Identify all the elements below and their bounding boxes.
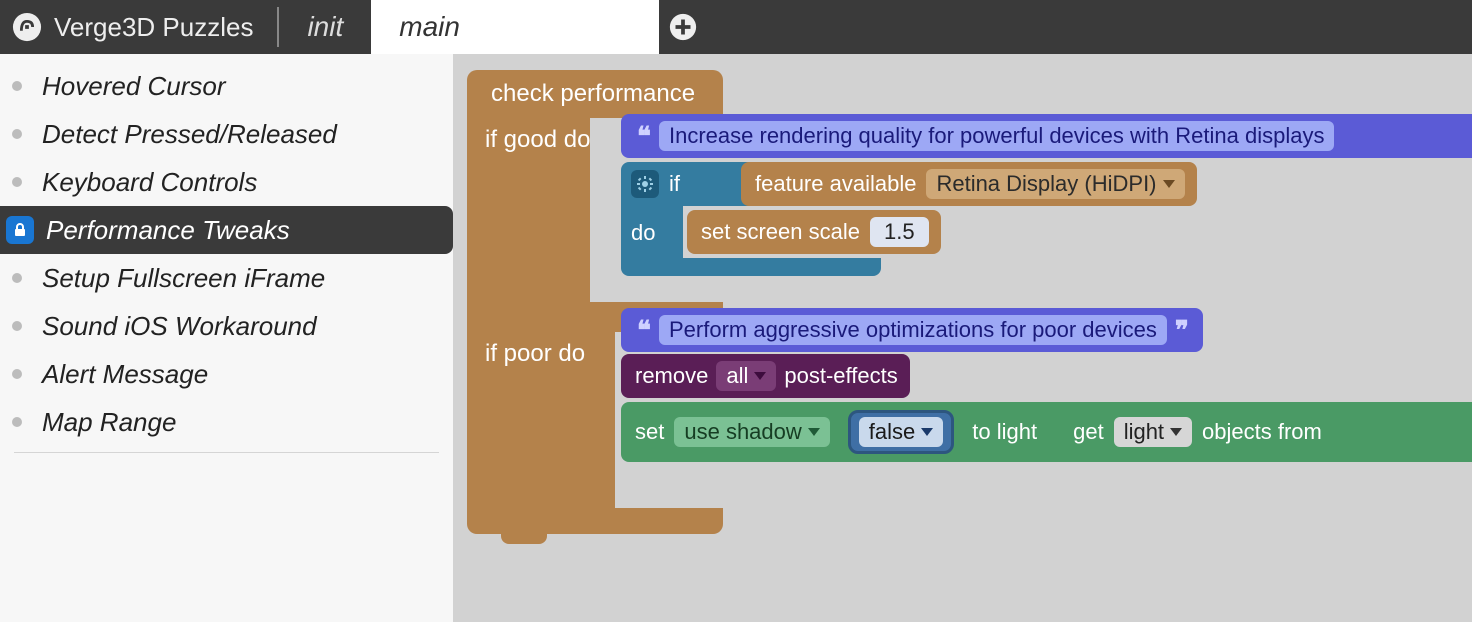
block-comment-good[interactable]: ❝ Increase rendering quality for powerfu… <box>621 114 1472 158</box>
puzzle-canvas[interactable]: check performance if good do if poor do … <box>453 54 1472 622</box>
block-label: objects from <box>1202 419 1322 445</box>
chevron-down-icon <box>1163 180 1175 188</box>
app-header: Verge3D Puzzles init main <box>0 0 1472 54</box>
gear-icon[interactable] <box>631 170 659 198</box>
bullet-icon <box>12 417 22 427</box>
block-set-screen-scale[interactable]: set screen scale 1.5 <box>687 210 941 254</box>
block-bottom-bar <box>467 508 723 534</box>
bullet-icon <box>12 273 22 283</box>
bullet-icon <box>12 321 22 331</box>
sidebar-item-hovered-cursor[interactable]: Hovered Cursor <box>0 62 453 110</box>
tab-init[interactable]: init <box>279 0 371 54</box>
sidebar-item-label: Performance Tweaks <box>46 215 290 246</box>
sidebar-item-detect-pressed[interactable]: Detect Pressed/Released <box>0 110 453 158</box>
chevron-down-icon <box>754 372 766 380</box>
sidebar-item-performance-tweaks[interactable]: Performance Tweaks <box>0 206 453 254</box>
block-label: set <box>635 419 664 445</box>
block-label: if good do <box>485 126 590 153</box>
if-label: if <box>669 171 680 197</box>
sidebar-item-alert-message[interactable]: Alert Message <box>0 350 453 398</box>
dropdown-value: Retina Display (HiDPI) <box>936 171 1156 197</box>
block-feature-available[interactable]: feature available Retina Display (HiDPI) <box>741 162 1197 206</box>
app-title: Verge3D Puzzles <box>54 12 277 43</box>
comment-text: Increase rendering quality for powerful … <box>659 121 1334 151</box>
lock-icon <box>6 216 34 244</box>
sidebar-item-label: Sound iOS Workaround <box>42 311 317 342</box>
dropdown-value: all <box>726 363 748 389</box>
block-label: if poor do <box>485 340 585 367</box>
bullet-icon <box>12 369 22 379</box>
block-remove-post-effects[interactable]: remove all post-effects <box>621 354 910 398</box>
dropdown-bool[interactable]: false <box>859 417 943 447</box>
sidebar-item-label: Hovered Cursor <box>42 71 226 102</box>
block-label: get <box>1073 419 1104 445</box>
bullet-icon <box>12 177 22 187</box>
sidebar-divider <box>14 452 439 453</box>
number-input[interactable]: 1.5 <box>870 217 929 247</box>
sidebar-item-keyboard-controls[interactable]: Keyboard Controls <box>0 158 453 206</box>
sidebar-item-label: Detect Pressed/Released <box>42 119 337 150</box>
block-label: set screen scale <box>701 219 860 245</box>
dropdown-object-type[interactable]: light <box>1114 417 1192 447</box>
bullet-icon <box>12 81 22 91</box>
block-label: to light <box>972 419 1037 445</box>
app-logo-icon <box>10 10 44 44</box>
sidebar-item-label: Alert Message <box>42 359 208 390</box>
dropdown-value: use shadow <box>684 419 801 445</box>
block-label: remove <box>635 363 708 389</box>
dropdown-value: false <box>869 419 915 445</box>
sidebar-item-label: Map Range <box>42 407 176 438</box>
sidebar-item-label: Keyboard Controls <box>42 167 257 198</box>
tab-main[interactable]: main <box>371 0 659 54</box>
dropdown-feature[interactable]: Retina Display (HiDPI) <box>926 169 1184 199</box>
plus-circle-icon <box>668 12 698 42</box>
block-label: check performance <box>491 80 695 108</box>
open-quote-icon: ❝ <box>635 121 653 152</box>
sidebar-item-sound-ios[interactable]: Sound iOS Workaround <box>0 302 453 350</box>
block-boolean-value[interactable]: false <box>848 410 954 454</box>
if-bottom-bar <box>621 258 881 276</box>
block-comment-poor[interactable]: ❝ Perform aggressive optimizations for p… <box>621 308 1203 352</box>
sidebar-item-label: Setup Fullscreen iFrame <box>42 263 325 294</box>
block-rail-poor: if poor do <box>467 332 615 508</box>
chevron-down-icon <box>808 428 820 436</box>
chevron-down-icon <box>1170 428 1182 436</box>
sidebar-item-fullscreen-iframe[interactable]: Setup Fullscreen iFrame <box>0 254 453 302</box>
sidebar-item-map-range[interactable]: Map Range <box>0 398 453 446</box>
sidebar: Hovered Cursor Detect Pressed/Released K… <box>0 54 453 622</box>
add-tab-button[interactable] <box>659 0 707 54</box>
comment-text: Perform aggressive optimizations for poo… <box>659 315 1167 345</box>
dropdown-value: light <box>1124 419 1164 445</box>
do-label: do <box>621 206 683 246</box>
dropdown-light-prop[interactable]: use shadow <box>674 417 829 447</box>
open-quote-icon: ❝ <box>635 315 653 346</box>
dropdown-remove-scope[interactable]: all <box>716 361 776 391</box>
close-quote-icon: ❞ <box>1173 315 1191 346</box>
block-label: post-effects <box>784 363 897 389</box>
block-set-light-prop[interactable]: set use shadow false to light get light <box>621 402 1472 462</box>
block-label: feature available <box>755 171 916 197</box>
chevron-down-icon <box>921 428 933 436</box>
bullet-icon <box>12 129 22 139</box>
